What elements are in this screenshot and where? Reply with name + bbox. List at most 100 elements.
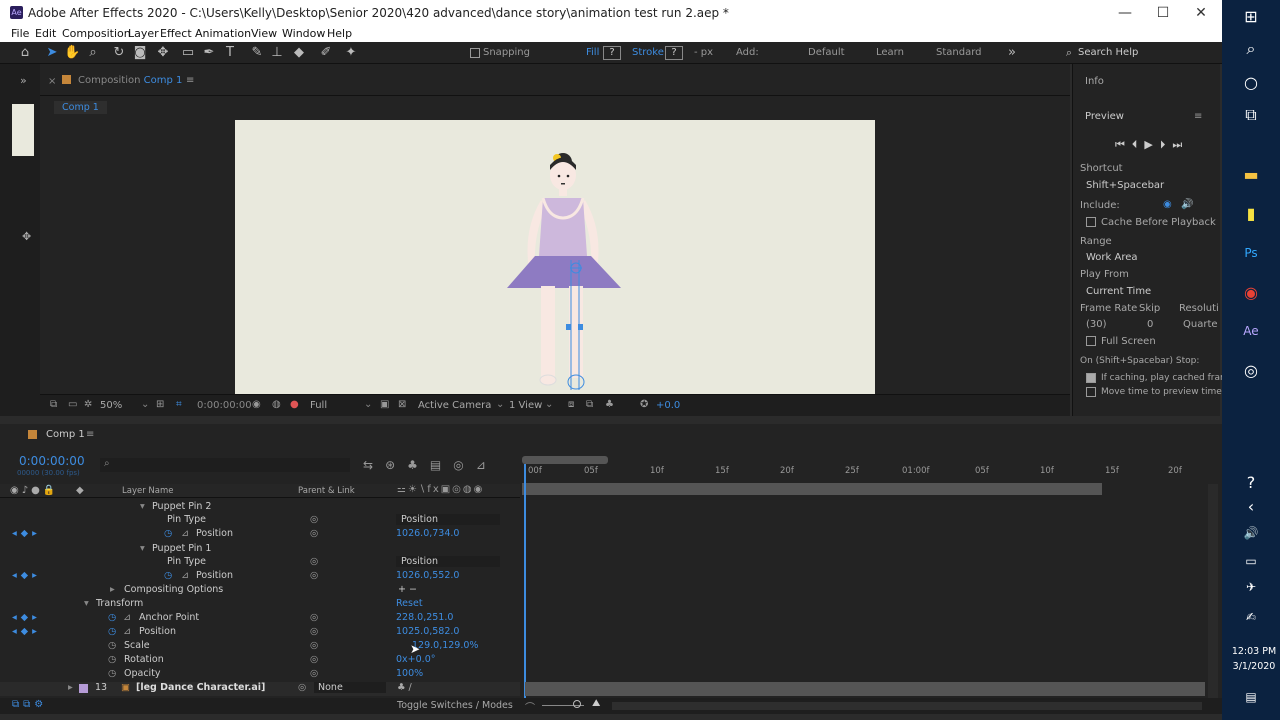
toggle-pixel-aspect-icon[interactable]: ⧈ (568, 399, 574, 410)
panel-menu-icon[interactable]: ≡ (86, 429, 94, 440)
play-from-dropdown[interactable]: Current Time (1086, 286, 1151, 297)
snapshot-icon[interactable]: ◉ (252, 399, 261, 410)
comp-tab-label[interactable]: Composition Comp 1 (78, 75, 182, 86)
menu-help[interactable]: Help (327, 27, 352, 40)
type-tool-icon[interactable]: T (222, 45, 238, 61)
anchor-point-row[interactable]: ◂◆▸ ◷ ⊿ Anchor Point ◎ 228.0,251.0 (0, 612, 520, 626)
chrome-icon[interactable]: ◉ (1234, 278, 1268, 308)
windows-start-icon[interactable]: ⊞ (1234, 2, 1268, 32)
panel-menu-icon[interactable]: ≡ (186, 75, 194, 86)
workspace-learn[interactable]: Learn (876, 47, 904, 58)
property-value[interactable]: 1025.0,582.0 (396, 626, 459, 637)
parent-link-header[interactable]: Parent & Link (298, 486, 355, 496)
fill-label[interactable]: Fill (586, 47, 599, 58)
shortcut-dropdown[interactable]: Shift+Spacebar (1086, 180, 1164, 191)
previous-frame-icon[interactable]: ⏴ (1132, 138, 1145, 151)
pan-behind-tool-icon[interactable]: ✥ (155, 45, 171, 61)
exposure-value[interactable]: +0.0 (656, 400, 680, 411)
zoom-in-icon[interactable]: ⛰ (592, 698, 600, 709)
shy-layers-icon[interactable]: ♣ (407, 458, 430, 472)
menu-edit[interactable]: Edit (35, 27, 56, 40)
property-value[interactable]: 1026.0,552.0 (396, 570, 459, 581)
pickwhip-icon[interactable]: ◎ (310, 640, 318, 651)
info-panel-tab[interactable]: Info (1085, 76, 1104, 87)
pickwhip-icon[interactable]: ◎ (310, 514, 318, 525)
puppet-tool-icon[interactable]: ✥ (22, 230, 31, 243)
stroke-width[interactable]: - px (694, 47, 713, 58)
ballerina-character[interactable] (235, 120, 875, 394)
cortana-icon[interactable]: ○ (1234, 68, 1268, 98)
motion-blur-icon[interactable]: ◎ (453, 458, 475, 472)
stopwatch-icon[interactable]: ◷ (108, 640, 116, 651)
menu-animation[interactable]: Animation (195, 27, 251, 40)
pin-type-dropdown[interactable]: Position (396, 556, 500, 567)
graph-editor-icon[interactable]: ⊿ (476, 458, 498, 472)
puppet-pin-tool-icon[interactable]: ✦ (343, 45, 359, 61)
comp-mini-flowchart-icon[interactable]: ⇆ (363, 458, 385, 472)
snapping-checkbox[interactable] (470, 48, 480, 58)
show-snapshot-icon[interactable]: ◍ (272, 399, 281, 410)
pin-type-row[interactable]: Pin Type ◎ Position (0, 514, 520, 528)
pickwhip-icon[interactable]: ◎ (298, 682, 306, 693)
media-encoder-icon[interactable]: ◎ (1234, 356, 1268, 386)
comp-sub-tab[interactable]: Comp 1 (54, 101, 107, 114)
camera-tool-icon[interactable]: ◙ (132, 45, 148, 61)
layer-name-header[interactable]: Layer Name (122, 486, 173, 496)
fast-previews-icon[interactable]: ▣ (380, 399, 389, 410)
zoom-slider-handle[interactable] (573, 700, 581, 708)
zoom-tool-icon[interactable]: ⌕ (85, 45, 101, 61)
volume-icon[interactable]: 🔊 (1234, 518, 1268, 548)
menu-file[interactable]: File (11, 27, 29, 40)
reset-link[interactable]: Reset (396, 598, 423, 609)
draft-3d-icon[interactable]: ⊛ (385, 458, 407, 472)
pickwhip-icon[interactable]: ◎ (310, 556, 318, 567)
rotate-tool-icon[interactable]: ↻ (111, 45, 127, 61)
pen-tool-icon[interactable]: ✒ (201, 45, 217, 61)
include-video-icon[interactable]: ◉ (1163, 199, 1172, 210)
keyframe-nav-icon[interactable]: ◂◆▸ (12, 612, 41, 623)
minimize-button[interactable]: — (1106, 2, 1144, 24)
full-screen-checkbox[interactable] (1086, 336, 1096, 346)
property-value[interactable]: 1026.0,734.0 (396, 528, 459, 539)
range-dropdown[interactable]: Work Area (1086, 252, 1138, 263)
first-frame-icon[interactable]: ⏮ (1115, 138, 1132, 151)
transform-row[interactable]: ▾ Transform Reset (0, 598, 520, 612)
pickwhip-icon[interactable]: ◎ (310, 612, 318, 623)
search-icon[interactable]: ⌕ (1234, 34, 1268, 64)
menu-layer[interactable]: Layer (128, 27, 159, 40)
close-tab-icon[interactable]: × (48, 76, 56, 87)
pin-type-row[interactable]: Pin Type ◎ Position (0, 556, 520, 570)
scale-row[interactable]: ◷ Scale ◎ 129.0,129.0% ➤ (0, 640, 520, 656)
pickwhip-icon[interactable]: ◎ (310, 626, 318, 637)
layer-row[interactable]: ▸ 13 ▣ [leg Dance Character.ai] ◎ None ♣… (0, 682, 520, 696)
toggle-switches-modes[interactable]: Toggle Switches / Modes (397, 700, 513, 711)
menu-effect[interactable]: Effect (160, 27, 192, 40)
menu-composition[interactable]: Composition (62, 27, 131, 40)
stopwatch-icon[interactable]: ◷ (108, 654, 116, 665)
clock-date[interactable]: 3/1/2020 (1228, 661, 1280, 672)
safe-area-icon[interactable]: ⊞ (156, 399, 164, 410)
eraser-tool-icon[interactable]: ◆ (291, 45, 307, 61)
work-area-bar[interactable] (522, 456, 608, 464)
timeline-h-scrollbar[interactable] (612, 702, 1202, 710)
more-workspaces-icon[interactable]: » (1004, 45, 1020, 61)
frame-rate-dropdown[interactable]: (30) (1086, 319, 1107, 330)
clock-time[interactable]: 12:03 PM (1228, 646, 1280, 657)
sticky-notes-icon[interactable]: ▮ (1234, 199, 1268, 229)
next-frame-icon[interactable]: ⏵ (1160, 138, 1173, 151)
selection-tool-icon[interactable]: ➤ (44, 45, 60, 61)
compositing-options-row[interactable]: ▸ Compositing Options + − (0, 584, 520, 598)
rectangle-tool-icon[interactable]: ▭ (180, 45, 196, 61)
camera-dropdown[interactable]: Active Camera (418, 400, 491, 411)
reset-exposure-icon[interactable]: ✪ (640, 399, 648, 410)
close-button[interactable]: ✕ (1182, 2, 1220, 24)
mask-visibility-icon[interactable]: ✲ (84, 399, 92, 410)
stopwatch-icon[interactable]: ◷ (164, 570, 172, 581)
photoshop-icon[interactable]: Ps (1234, 238, 1268, 268)
pin-type-dropdown[interactable]: Position (396, 514, 500, 525)
preview-panel-tab[interactable]: Preview (1085, 111, 1124, 122)
project-thumbnail[interactable] (12, 104, 34, 156)
layer-name[interactable]: [leg Dance Character.ai] (136, 682, 265, 693)
property-value[interactable]: 100% (396, 668, 423, 679)
expand-arrow-icon[interactable]: ▾ (140, 501, 145, 512)
